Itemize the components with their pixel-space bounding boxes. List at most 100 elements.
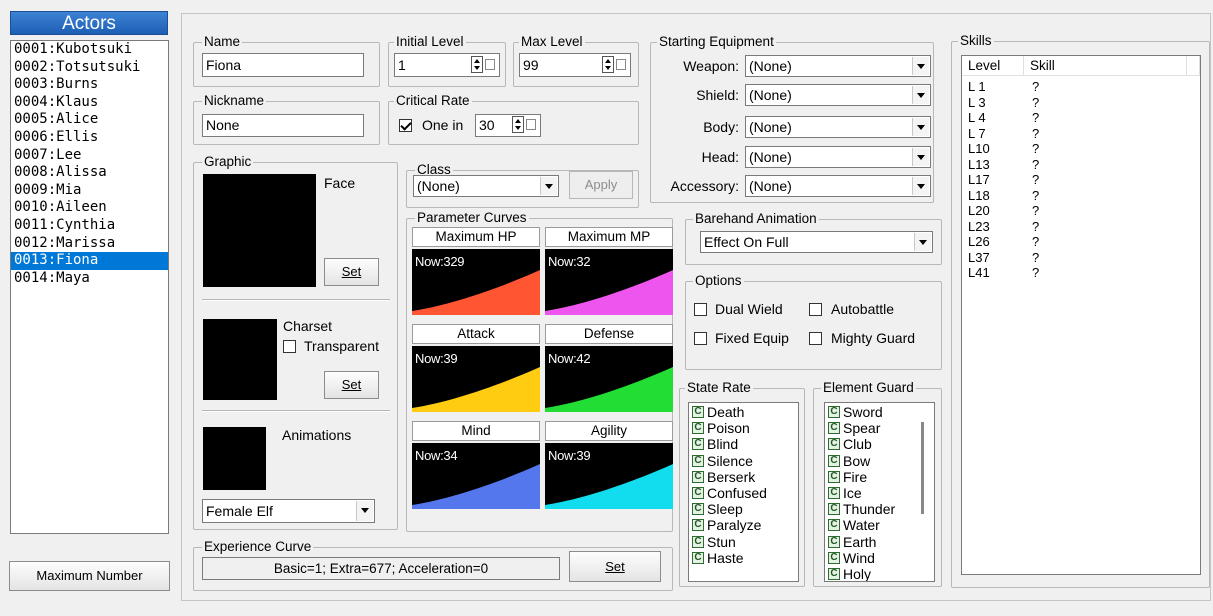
state-rate-list[interactable]: C Death C Poison C Blind C Silence C Berserk C Conf…	[688, 402, 799, 582]
class-select[interactable]: (None)	[413, 175, 559, 197]
animation-preview[interactable]	[203, 427, 266, 490]
state-rate-item[interactable]: C Berserk	[689, 469, 798, 485]
element-guard-item[interactable]: C Club	[825, 436, 934, 452]
actor-list-item[interactable]: 0002:Totsutsuki	[11, 59, 168, 77]
actor-list-item[interactable]: 0009:Mia	[11, 182, 168, 200]
critical-rate-checkbox[interactable]	[399, 119, 412, 132]
attack-curve-title: Attack	[412, 324, 540, 344]
shield-select[interactable]: (None)	[745, 84, 931, 106]
actor-list-item[interactable]: 0012:Marissa	[11, 235, 168, 253]
maximum-hp-curve[interactable]: Maximum HP Now:329	[412, 227, 540, 315]
agility-curve[interactable]: Agility Now:39	[545, 421, 673, 509]
charset-preview[interactable]	[203, 319, 277, 400]
actor-list-item[interactable]: 0005:Alice	[11, 111, 168, 129]
critical-rate-spinner[interactable]	[512, 116, 538, 134]
skills-col-skill[interactable]: Skill	[1024, 56, 1187, 76]
element-guard-item[interactable]: C Wind	[825, 550, 934, 566]
actor-list-item[interactable]: 0004:Klaus	[11, 94, 168, 112]
attack-curve-area	[412, 367, 540, 412]
mind-curve-plot[interactable]: Now:34	[412, 443, 540, 509]
skill-row[interactable]: L17?	[962, 172, 1200, 188]
element-guard-item[interactable]: C Sword	[825, 404, 934, 420]
body-select[interactable]: (None)	[745, 116, 931, 138]
actor-list-item[interactable]: 0010:Aileen	[11, 199, 168, 217]
initial-level-input[interactable]: 1	[394, 53, 500, 77]
actor-list-item[interactable]: 0003:Burns	[11, 76, 168, 94]
skill-row[interactable]: L41?	[962, 265, 1200, 281]
critical-rate-input[interactable]: 30	[475, 114, 541, 137]
state-rate-item[interactable]: C Confused	[689, 485, 798, 501]
element-guard-item[interactable]: C Water	[825, 517, 934, 533]
attack-curve[interactable]: Attack Now:39	[412, 324, 540, 412]
barehand-animation-select[interactable]: Effect On Full	[700, 231, 933, 253]
skill-row[interactable]: L26?	[962, 234, 1200, 250]
skill-row[interactable]: L13?	[962, 157, 1200, 173]
accessory-select[interactable]: (None)	[745, 175, 931, 197]
actor-list-item[interactable]: 0007:Lee	[11, 147, 168, 165]
state-rate-item[interactable]: C Haste	[689, 550, 798, 566]
initial-level-spinner[interactable]	[471, 56, 497, 74]
actors-list[interactable]: 0001:Kubotsuki 0002:Totsutsuki 0003:Burns 0…	[10, 40, 169, 534]
state-rate-item[interactable]: C Blind	[689, 436, 798, 452]
actor-list-item[interactable]: 0014:Maya	[11, 270, 168, 288]
state-rate-item[interactable]: C Stun	[689, 534, 798, 550]
head-select[interactable]: (None)	[745, 146, 931, 168]
actor-list-item[interactable]: 0008:Alissa	[11, 164, 168, 182]
dual-wield-checkbox[interactable]	[694, 303, 707, 316]
element-guard-item[interactable]: C Spear	[825, 420, 934, 436]
skill-row[interactable]: L18?	[962, 188, 1200, 204]
skills-list[interactable]: Level Skill L 1? L 3? L 4? L 7? L10? L13? L17?…	[961, 55, 1201, 575]
maximum-mp-curve-plot[interactable]: Now:32	[545, 249, 673, 315]
skill-row[interactable]: L 7?	[962, 126, 1200, 142]
skills-col-level[interactable]: Level	[962, 56, 1024, 76]
fixed-equip-checkbox[interactable]	[694, 332, 707, 345]
element-guard-item[interactable]: C Ice	[825, 485, 934, 501]
state-rate-item-label: Berserk	[707, 468, 756, 485]
element-guard-item[interactable]: C Bow	[825, 453, 934, 469]
actor-list-item[interactable]: 0006:Ellis	[11, 129, 168, 147]
actor-list-item[interactable]: 0011:Cynthia	[11, 217, 168, 235]
defense-curve[interactable]: Defense Now:42	[545, 324, 673, 412]
mind-curve[interactable]: Mind Now:34	[412, 421, 540, 509]
autobattle-checkbox[interactable]	[809, 303, 822, 316]
state-rate-item[interactable]: C Paralyze	[689, 517, 798, 533]
experience-set-button[interactable]: Set	[569, 551, 661, 582]
element-guard-item[interactable]: C Thunder	[825, 501, 934, 517]
weapon-select[interactable]: (None)	[745, 55, 931, 77]
agility-curve-plot[interactable]: Now:39	[545, 443, 673, 509]
element-guard-item[interactable]: C Fire	[825, 469, 934, 485]
max-level-input[interactable]: 99	[519, 53, 631, 77]
element-guard-scrollbar[interactable]	[921, 422, 924, 514]
skill-row[interactable]: L20?	[962, 203, 1200, 219]
max-level-spinner[interactable]	[602, 56, 628, 74]
charset-set-button[interactable]: Set	[324, 371, 379, 399]
state-rate-item[interactable]: C Poison	[689, 420, 798, 436]
skill-row[interactable]: L37?	[962, 250, 1200, 266]
attack-curve-plot[interactable]: Now:39	[412, 346, 540, 412]
actor-list-item[interactable]: 0013:Fiona	[11, 252, 168, 270]
face-set-button[interactable]: Set	[324, 258, 379, 286]
skill-row[interactable]: L10?	[962, 141, 1200, 157]
skill-row[interactable]: L 4?	[962, 110, 1200, 126]
animation-select[interactable]: Female Elf	[202, 499, 375, 523]
skill-row[interactable]: L23?	[962, 219, 1200, 235]
skill-row[interactable]: L 1?	[962, 79, 1200, 95]
maximum-number-button[interactable]: Maximum Number	[9, 561, 170, 591]
state-rate-item[interactable]: C Silence	[689, 453, 798, 469]
transparent-checkbox[interactable]	[283, 340, 296, 353]
maximum-hp-curve-plot[interactable]: Now:329	[412, 249, 540, 315]
defense-curve-plot[interactable]: Now:42	[545, 346, 673, 412]
actor-list-item[interactable]: 0001:Kubotsuki	[11, 41, 168, 59]
nickname-input[interactable]: None	[202, 114, 364, 137]
element-guard-item[interactable]: C Holy	[825, 566, 934, 581]
state-rate-item[interactable]: C Death	[689, 404, 798, 420]
state-rate-item[interactable]: C Sleep	[689, 501, 798, 517]
class-apply-button[interactable]: Apply	[569, 171, 633, 199]
maximum-mp-curve[interactable]: Maximum MP Now:32	[545, 227, 673, 315]
element-guard-list[interactable]: C Sword C Spear C Club C Bow C Fire C Ice C Thunder C W…	[824, 402, 935, 582]
element-guard-item[interactable]: C Earth	[825, 534, 934, 550]
mighty-guard-checkbox[interactable]	[809, 332, 822, 345]
name-input[interactable]: Fiona	[202, 53, 364, 77]
skill-row[interactable]: L 3?	[962, 95, 1200, 111]
face-preview[interactable]	[203, 174, 316, 287]
